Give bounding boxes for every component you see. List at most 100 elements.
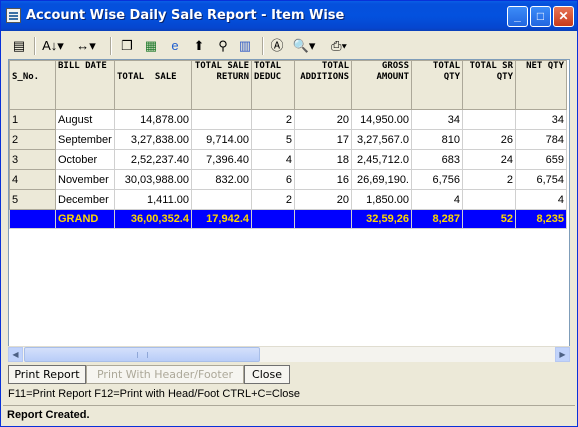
horizontal-scrollbar[interactable]: ◀ ▶ <box>8 346 570 362</box>
col-header-sno[interactable]: S_No. <box>9 60 56 110</box>
cell-sr-qty[interactable] <box>462 189 516 210</box>
cell-gross[interactable]: 32,59,26 <box>351 209 412 229</box>
table-row[interactable]: 3 October 2,52,237.40 7,396.40 4 18 2,45,712.0… <box>9 149 567 170</box>
cell-gross[interactable]: 3,27,567.0 <box>351 129 412 150</box>
cell-additions[interactable] <box>294 209 352 229</box>
scroll-right-icon[interactable]: ▶ <box>555 347 570 362</box>
cell-total-sale[interactable]: 2,52,237.40 <box>114 149 192 170</box>
close-window-button[interactable]: ✕ <box>553 6 574 27</box>
font-icon[interactable]: Ⓐ <box>268 37 286 55</box>
cell-qty[interactable]: 8,287 <box>411 209 463 229</box>
minimize-button[interactable]: _ <box>507 6 528 27</box>
cell-gross[interactable]: 2,45,712.0 <box>351 149 412 170</box>
cell-sale-return[interactable] <box>191 189 252 210</box>
scroll-left-icon[interactable]: ◀ <box>8 347 23 362</box>
cell-total-sale[interactable]: 36,00,352.4 <box>114 209 192 229</box>
cell-gross[interactable]: 1,850.00 <box>351 189 412 210</box>
cell-bill-date[interactable]: November <box>55 169 115 190</box>
cell-net-qty[interactable]: 6,754 <box>515 169 567 190</box>
cell-sr-qty[interactable]: 52 <box>462 209 516 229</box>
cell-sr-qty[interactable] <box>462 109 516 130</box>
col-header-total-sale-return[interactable]: TOTAL SALE RETURN <box>191 60 252 110</box>
print-report-button[interactable]: Print Report <box>8 365 86 384</box>
cell-additions[interactable]: 18 <box>294 149 352 170</box>
col-header-total-sr-qty[interactable]: TOTAL SR QTY <box>462 60 516 110</box>
col-header-total-sale[interactable]: TOTAL SALE <box>114 60 192 110</box>
printer-icon[interactable]: ⎙▾ <box>324 37 354 55</box>
cell-sno[interactable] <box>9 209 56 229</box>
print-with-header-footer-button[interactable]: Print With Header/Footer <box>86 365 244 384</box>
cell-sr-qty[interactable]: 24 <box>462 149 516 170</box>
cell-deduc[interactable]: 2 <box>251 109 295 130</box>
cell-sno[interactable]: 1 <box>9 109 56 130</box>
cell-sno[interactable]: 5 <box>9 189 56 210</box>
cell-total-sale[interactable]: 30,03,988.00 <box>114 169 192 190</box>
print-preview-icon[interactable]: 🔍▾ <box>290 37 318 55</box>
report-icon[interactable]: ▤ <box>10 37 28 55</box>
cell-sale-return[interactable]: 9,714.00 <box>191 129 252 150</box>
cell-total-sale[interactable]: 1,411.00 <box>114 189 192 210</box>
cell-bill-date[interactable]: GRAND <box>55 209 115 229</box>
cell-additions[interactable]: 20 <box>294 189 352 210</box>
cell-sale-return[interactable]: 17,942.4 <box>191 209 252 229</box>
cell-additions[interactable]: 16 <box>294 169 352 190</box>
cell-sno[interactable]: 4 <box>9 169 56 190</box>
col-header-net-qty[interactable]: NET QTY <box>515 60 567 110</box>
table-row[interactable]: 2 September 3,27,838.00 9,714.00 5 17 3,27,567… <box>9 129 567 150</box>
cell-total-sale[interactable]: 14,878.00 <box>114 109 192 130</box>
table-row[interactable]: 5 December 1,411.00 2 20 1,850.00 4 4 <box>9 189 567 210</box>
cell-qty[interactable]: 810 <box>411 129 463 150</box>
cell-qty[interactable]: 6,756 <box>411 169 463 190</box>
table-row[interactable]: 4 November 30,03,988.00 832.00 6 16 26,69,190.… <box>9 169 567 190</box>
cell-deduc[interactable]: 2 <box>251 189 295 210</box>
chart-icon[interactable]: ▥ <box>236 37 254 55</box>
cell-net-qty[interactable]: 784 <box>515 129 567 150</box>
maximize-button[interactable]: □ <box>530 6 551 27</box>
cell-net-qty[interactable]: 34 <box>515 109 567 130</box>
cell-sale-return[interactable]: 832.00 <box>191 169 252 190</box>
sort-icon[interactable]: A↓▾ <box>40 37 66 55</box>
cell-deduc[interactable]: 4 <box>251 149 295 170</box>
cell-gross[interactable]: 14,950.00 <box>351 109 412 130</box>
cell-sno[interactable]: 3 <box>9 149 56 170</box>
close-button[interactable]: Close <box>244 365 290 384</box>
cell-gross[interactable]: 26,69,190. <box>351 169 412 190</box>
up-arrow-icon[interactable]: ⬆ <box>190 37 208 55</box>
cell-bill-date[interactable]: December <box>55 189 115 210</box>
cell-bill-date[interactable]: August <box>55 109 115 130</box>
cell-bill-date[interactable]: October <box>55 149 115 170</box>
cell-total-sale[interactable]: 3,27,838.00 <box>114 129 192 150</box>
internet-explorer-icon[interactable]: e <box>166 37 184 55</box>
table-row[interactable]: 1 August 14,878.00 2 20 14,950.00 34 34 <box>9 109 567 130</box>
cell-net-qty[interactable]: 4 <box>515 189 567 210</box>
scrollbar-thumb[interactable] <box>24 347 260 362</box>
cell-sr-qty[interactable]: 26 <box>462 129 516 150</box>
cell-qty[interactable]: 4 <box>411 189 463 210</box>
cell-sr-qty[interactable]: 2 <box>462 169 516 190</box>
cell-additions[interactable]: 20 <box>294 109 352 130</box>
report-grid[interactable]: S_No. BILL DATE TOTAL SALE TOTAL SALE RE… <box>8 59 570 359</box>
title-bar[interactable]: Account Wise Daily Sale Report - Item Wi… <box>1 1 577 31</box>
cell-qty[interactable]: 34 <box>411 109 463 130</box>
col-header-gross-amount[interactable]: GROSS AMOUNT <box>351 60 412 110</box>
cell-deduc[interactable] <box>251 209 295 229</box>
col-header-total-deduc[interactable]: TOTAL DEDUC <box>251 60 295 110</box>
cell-additions[interactable]: 17 <box>294 129 352 150</box>
cell-sale-return[interactable]: 7,396.40 <box>191 149 252 170</box>
cell-net-qty[interactable]: 659 <box>515 149 567 170</box>
cell-sale-return[interactable] <box>191 109 252 130</box>
copy-icon[interactable]: ❐ <box>118 37 136 55</box>
cell-qty[interactable]: 683 <box>411 149 463 170</box>
cell-deduc[interactable]: 6 <box>251 169 295 190</box>
cell-sno[interactable]: 2 <box>9 129 56 150</box>
cell-net-qty[interactable]: 8,235 <box>515 209 567 229</box>
excel-icon[interactable]: ▦ <box>142 37 160 55</box>
grand-total-row[interactable]: GRAND 36,00,352.4 17,942.4 32,59,26 8,287 52 8… <box>9 209 567 229</box>
app-icon[interactable] <box>6 8 21 23</box>
column-width-icon[interactable]: ↔▾ <box>72 37 100 55</box>
col-header-total-qty[interactable]: TOTAL QTY <box>411 60 463 110</box>
find-icon[interactable]: ⚲ <box>214 37 232 55</box>
cell-deduc[interactable]: 5 <box>251 129 295 150</box>
cell-bill-date[interactable]: September <box>55 129 115 150</box>
col-header-total-additions[interactable]: TOTAL ADDITIONS <box>294 60 352 110</box>
